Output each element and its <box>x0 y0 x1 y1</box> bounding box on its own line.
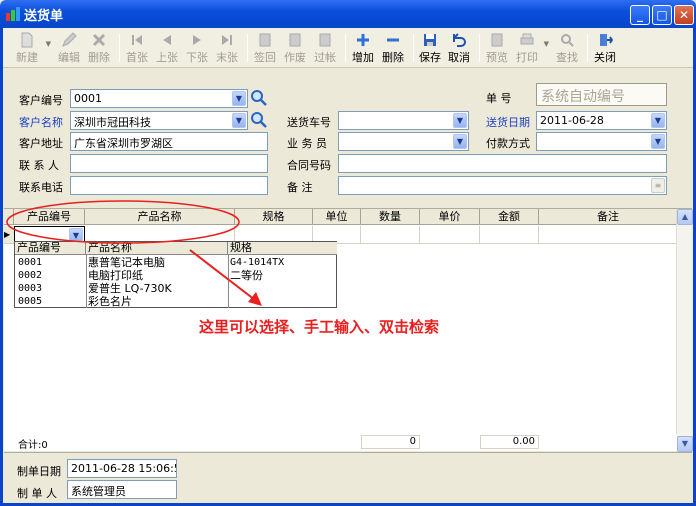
annotation-arrow-line <box>189 249 256 301</box>
creator-label: 制 单 人 <box>17 487 57 500</box>
total-label: 合计:0 <box>18 440 48 451</box>
totals-row: 合计:0 0 0.00 <box>4 434 677 451</box>
created-date-input: 2011-06-28 15:06:55 <box>67 459 177 478</box>
annotation-arrow-head <box>248 292 262 306</box>
creator-input: 系统管理员 <box>67 480 177 499</box>
annotation-text: 这里可以选择、手工输入、双击检索 <box>199 318 440 336</box>
created-date-label: 制单日期 <box>17 465 61 478</box>
annotation-overlay <box>6 200 262 306</box>
total-amount: 0.00 <box>480 435 539 449</box>
total-quantity: 0 <box>361 435 420 449</box>
annotation-ellipse <box>6 200 240 244</box>
